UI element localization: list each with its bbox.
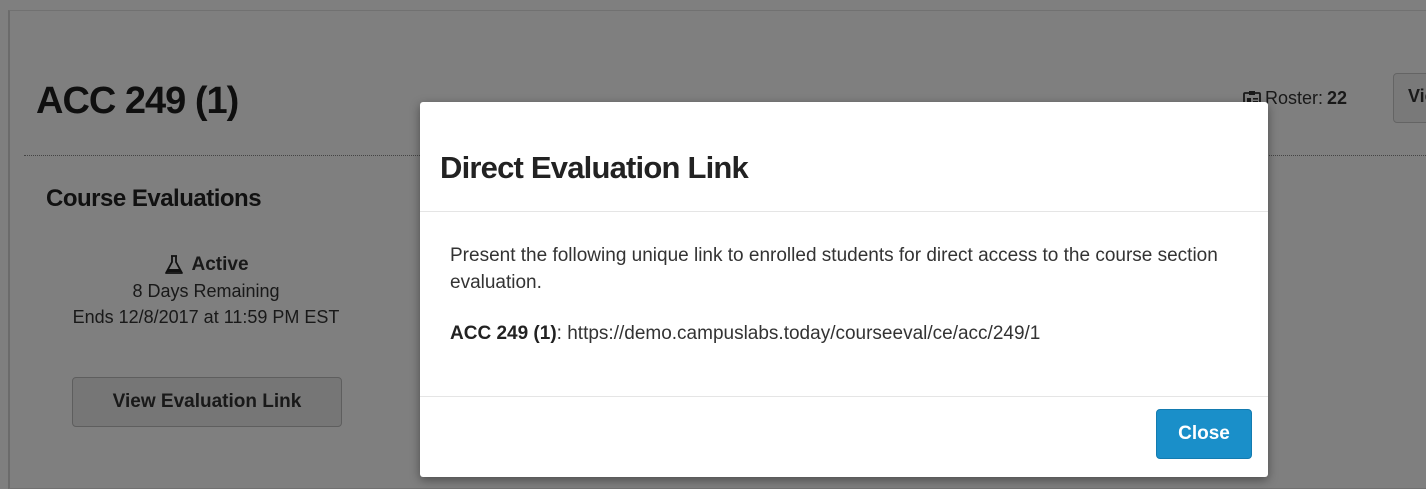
modal-description: Present the following unique link to enr… [450,245,1218,293]
link-course-label: ACC 249 (1) [450,323,557,344]
modal-footer: Close [420,397,1268,477]
direct-evaluation-link-dialog: Direct Evaluation Link Present the follo… [420,102,1268,477]
close-button[interactable]: Close [1156,409,1252,459]
modal-title: Direct Evaluation Link [440,150,749,185]
link-separator: : [556,323,568,344]
modal-header: Direct Evaluation Link [420,102,1268,212]
modal-body: Present the following unique link to enr… [420,212,1268,397]
page: ACC 249 (1) Roster: 22 View Course Evalu… [0,0,1426,489]
evaluation-link-url[interactable]: https://demo.campuslabs.today/courseeval… [567,323,1040,344]
evaluation-link-line: ACC 249 (1): https://demo.campuslabs.tod… [450,320,1238,347]
